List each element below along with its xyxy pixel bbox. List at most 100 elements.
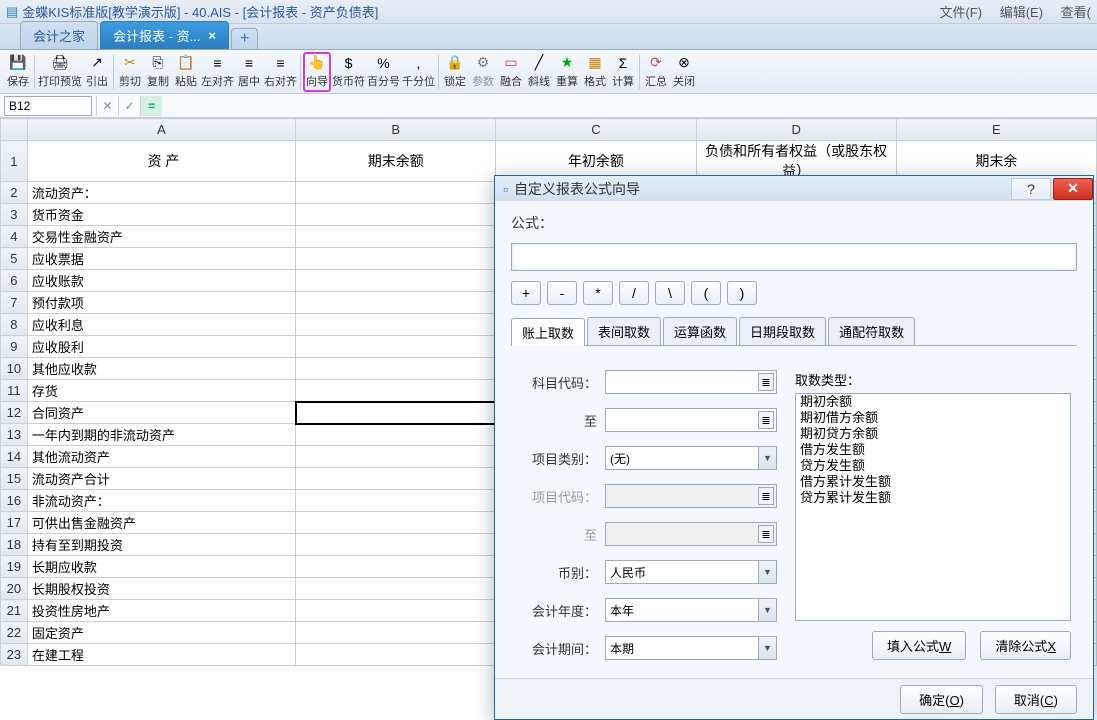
cell-reference[interactable]: B12	[4, 96, 92, 116]
clear-formula-button[interactable]: 清除公式X	[980, 631, 1071, 660]
cell[interactable]	[296, 336, 496, 358]
dialog-titlebar[interactable]: ▫ 自定义报表公式向导 ? ✕	[495, 175, 1093, 201]
merge-button[interactable]: ▭融合	[497, 52, 525, 92]
cell[interactable]	[296, 446, 496, 468]
operator-button[interactable]: *	[583, 281, 613, 305]
cell[interactable]: 资 产	[27, 141, 295, 182]
cell[interactable]: 长期应收款	[27, 556, 295, 578]
cell[interactable]	[296, 644, 496, 666]
cell[interactable]: 流动资产：	[27, 182, 295, 204]
row-header[interactable]: 3	[1, 204, 28, 226]
account-code-to-field[interactable]: ≣	[605, 408, 777, 432]
list-item[interactable]: 期初余额	[796, 394, 1070, 410]
equals-icon[interactable]: =	[140, 96, 162, 116]
cell[interactable]	[296, 622, 496, 644]
cell[interactable]	[296, 600, 496, 622]
cell[interactable]	[296, 204, 496, 226]
corner-header[interactable]	[1, 119, 28, 141]
chevron-down-icon[interactable]: ▼	[758, 637, 776, 659]
wizard-tab[interactable]: 通配符取数	[828, 317, 915, 345]
tab-report[interactable]: 会计报表 - 资...×	[100, 21, 229, 49]
operator-button[interactable]: (	[691, 281, 721, 305]
recalc-button[interactable]: ★重算	[553, 52, 581, 92]
align-left-button[interactable]: ≡左对齐	[200, 52, 235, 92]
chevron-down-icon[interactable]: ▼	[758, 447, 776, 469]
cell[interactable]: 应收股利	[27, 336, 295, 358]
list-item[interactable]: 借方累计发生额	[796, 474, 1070, 490]
confirm-edit-icon[interactable]: ✓	[118, 96, 140, 116]
row-header[interactable]: 6	[1, 270, 28, 292]
cell[interactable]: 货币资金	[27, 204, 295, 226]
cell[interactable]	[296, 490, 496, 512]
list-item[interactable]: 期初借方余额	[796, 410, 1070, 426]
list-item[interactable]: 贷方累计发生额	[796, 490, 1070, 506]
operator-button[interactable]: /	[619, 281, 649, 305]
help-button[interactable]: ?	[1011, 178, 1051, 200]
row-header[interactable]: 18	[1, 534, 28, 556]
align-center-button[interactable]: ≡居中	[235, 52, 263, 92]
picker-icon[interactable]: ≣	[758, 411, 774, 429]
row-header[interactable]: 7	[1, 292, 28, 314]
cell[interactable]: 交易性金融资产	[27, 226, 295, 248]
list-item[interactable]: 借方发生额	[796, 442, 1070, 458]
cell[interactable]: 流动资产合计	[27, 468, 295, 490]
wizard-tab[interactable]: 日期段取数	[739, 317, 826, 345]
picker-icon[interactable]: ≣	[758, 373, 774, 391]
cell[interactable]: 可供出售金融资产	[27, 512, 295, 534]
cell[interactable]: 非流动资产：	[27, 490, 295, 512]
col-c-header[interactable]: C	[496, 119, 696, 141]
menu-file[interactable]: 文件(F)	[939, 5, 982, 20]
slant-button[interactable]: ╱斜线	[525, 52, 553, 92]
row-header[interactable]: 21	[1, 600, 28, 622]
cell[interactable]	[296, 292, 496, 314]
percent-button[interactable]: %百分号	[366, 52, 401, 92]
cell[interactable]	[296, 358, 496, 380]
cancel-edit-icon[interactable]: ✕	[96, 96, 118, 116]
cell[interactable]	[296, 534, 496, 556]
row-header[interactable]: 22	[1, 622, 28, 644]
copy-button[interactable]: ⎘复制	[144, 52, 172, 92]
col-d-header[interactable]: D	[696, 119, 896, 141]
account-code-field[interactable]: ≣	[605, 370, 777, 394]
tab-add[interactable]: +	[231, 28, 258, 49]
cell[interactable]: 存货	[27, 380, 295, 402]
cell[interactable]	[296, 402, 496, 424]
cut-button[interactable]: ✂剪切	[116, 52, 144, 92]
list-item[interactable]: 期初贷方余额	[796, 426, 1070, 442]
thousand-button[interactable]: ,千分位	[401, 52, 436, 92]
cell[interactable]	[296, 578, 496, 600]
row-header[interactable]: 15	[1, 468, 28, 490]
operator-button[interactable]: )	[727, 281, 757, 305]
cell[interactable]: 期末余额	[296, 141, 496, 182]
wizard-tab[interactable]: 表间取数	[587, 317, 661, 345]
fiscal-year-select[interactable]: 本年▼	[605, 598, 777, 622]
ok-button[interactable]: 确定(O)	[900, 685, 983, 714]
cell[interactable]: 合同资产	[27, 402, 295, 424]
cell[interactable]: 预付款项	[27, 292, 295, 314]
cell[interactable]: 其他应收款	[27, 358, 295, 380]
list-item[interactable]: 贷方发生额	[796, 458, 1070, 474]
row-header[interactable]: 19	[1, 556, 28, 578]
cell[interactable]	[296, 424, 496, 446]
formula-input[interactable]	[511, 243, 1077, 271]
format-button[interactable]: ▦格式	[581, 52, 609, 92]
row-header[interactable]: 10	[1, 358, 28, 380]
print-preview-button[interactable]: 🖨打印预览	[37, 52, 83, 92]
col-e-header[interactable]: E	[896, 119, 1096, 141]
calc-button[interactable]: Σ计算	[609, 52, 637, 92]
cell[interactable]	[296, 248, 496, 270]
currency-select[interactable]: 人民币▼	[605, 560, 777, 584]
currency-button[interactable]: $货币符	[331, 52, 366, 92]
chevron-down-icon[interactable]: ▼	[758, 561, 776, 583]
paste-button[interactable]: 📋粘贴	[172, 52, 200, 92]
menu-view[interactable]: 查看(	[1061, 5, 1091, 20]
item-category-select[interactable]: (无)▼	[605, 446, 777, 470]
row-header[interactable]: 11	[1, 380, 28, 402]
row-header[interactable]: 13	[1, 424, 28, 446]
cell[interactable]: 长期股权投资	[27, 578, 295, 600]
cell[interactable]	[296, 226, 496, 248]
lock-button[interactable]: 🔒锁定	[441, 52, 469, 92]
row-header[interactable]: 2	[1, 182, 28, 204]
cell[interactable]: 投资性房地产	[27, 600, 295, 622]
col-b-header[interactable]: B	[296, 119, 496, 141]
